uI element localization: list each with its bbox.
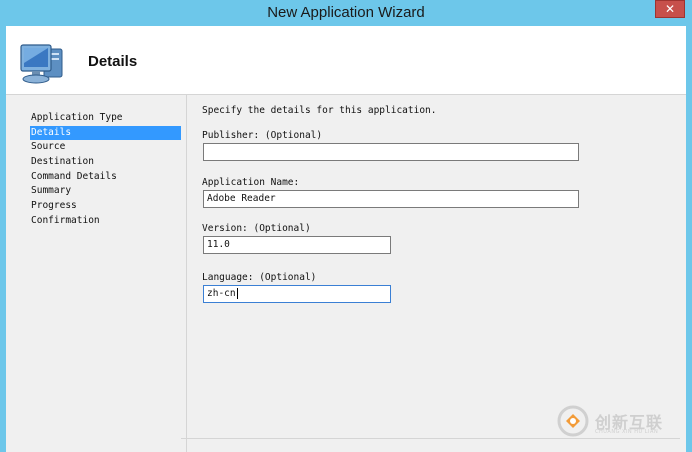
language-label: Language: (Optional) (202, 272, 317, 283)
intro-text: Specify the details for this application… (202, 105, 437, 116)
brand-logo-icon (557, 405, 589, 437)
nav-item-confirmation[interactable]: Confirmation (30, 214, 181, 229)
window-title: New Application Wizard (267, 4, 425, 21)
wizard-nav: Application Type Details Source Destinat… (6, 95, 186, 452)
wizard-header: Details (6, 26, 686, 94)
nav-item-details[interactable]: Details (30, 125, 181, 141)
title-bar: New Application Wizard ✕ (0, 0, 692, 26)
version-label: Version: (Optional) (202, 223, 311, 234)
nav-item-summary[interactable]: Summary (30, 184, 181, 199)
nav-item-source[interactable]: Source (30, 140, 181, 155)
nav-list: Application Type Details Source Destinat… (6, 111, 186, 229)
nav-item-progress[interactable]: Progress (30, 199, 181, 214)
computer-icon (20, 44, 63, 84)
watermark: 创新互联 CHUANG XIN HU LIAN (557, 405, 685, 439)
language-field[interactable]: zh-cn (203, 285, 391, 303)
page-title: Details (88, 53, 138, 70)
watermark-subtext: CHUANG XIN HU LIAN (595, 429, 659, 435)
version-field[interactable]: 11.0 (203, 236, 391, 254)
publisher-field[interactable] (203, 143, 579, 161)
nav-item-command-details[interactable]: Command Details (30, 170, 181, 185)
application-name-field[interactable]: Adobe Reader (203, 190, 579, 208)
close-button[interactable]: ✕ (655, 0, 685, 18)
text-caret (236, 288, 238, 299)
application-name-label: Application Name: (202, 177, 300, 188)
nav-item-application-type[interactable]: Application Type (30, 111, 181, 126)
details-pane: Specify the details for this application… (187, 95, 686, 452)
close-icon: ✕ (664, 2, 676, 16)
language-field-value: zh-cn (207, 288, 236, 299)
publisher-label: Publisher: (Optional) (202, 130, 323, 141)
nav-item-destination[interactable]: Destination (30, 155, 181, 170)
